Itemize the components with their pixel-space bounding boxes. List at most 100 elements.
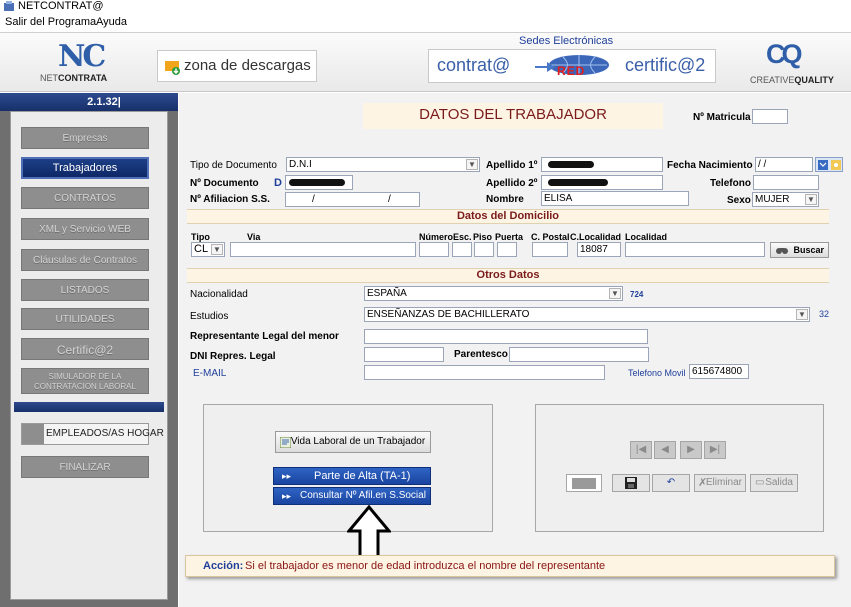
redacted-mark: [548, 179, 608, 186]
nacionalidad-select[interactable]: ESPAÑA ▼: [364, 286, 623, 301]
dni-repres-input[interactable]: [364, 347, 444, 362]
cq-logo-letters: CQ: [766, 39, 802, 69]
tipo-via-select[interactable]: CL ▼: [191, 242, 225, 257]
consultar-label: Consultar Nº Afil.en S.Social: [300, 490, 426, 501]
sidebar-item-trabajadores[interactable]: Trabajadores: [21, 157, 149, 179]
cpostal-input[interactable]: [532, 242, 568, 257]
afiliacion-input[interactable]: / /: [285, 192, 420, 207]
eliminar-label: Eliminar: [705, 477, 742, 488]
sexo-select[interactable]: MUJER ▼: [752, 192, 819, 207]
representante-label: Representante Legal del menor: [190, 331, 339, 342]
fecha-nac-input[interactable]: / /: [755, 157, 813, 172]
parte-alta-button[interactable]: ▸▸ Parte de Alta (TA-1): [273, 467, 431, 485]
sistema-red-link[interactable]: RED: [533, 54, 613, 78]
via-input[interactable]: [230, 242, 416, 257]
sidebar-item-xml[interactable]: XML y Servicio WEB: [21, 218, 149, 240]
telefono-movil-input[interactable]: 615674800: [689, 364, 749, 379]
calendar-button[interactable]: [815, 157, 843, 172]
contrata-link[interactable]: contrat@: [437, 55, 510, 76]
sidebar-item-listados[interactable]: LISTADOS: [21, 279, 149, 301]
buscar-label: Buscar: [793, 245, 824, 255]
localidad-input[interactable]: [625, 242, 765, 257]
tipo-via-value: CL: [194, 243, 209, 255]
empleados-hogar-button[interactable]: EMPLEADOS/AS HOGAR: [21, 423, 164, 445]
eliminar-button[interactable]: ✗ Eliminar: [694, 474, 746, 492]
vida-laboral-label: Vida Laboral de un Trabajador: [290, 436, 426, 447]
record-field-fill: [572, 478, 596, 489]
first-record-button[interactable]: |◀: [630, 441, 652, 459]
afiliacion-label: Nº Afiliacion S.S.: [190, 194, 270, 205]
nombre-input[interactable]: ELISA: [541, 191, 689, 206]
certifica-link[interactable]: certific@2: [625, 55, 705, 76]
sidebar-item-certifica[interactable]: Certific@2: [21, 338, 149, 360]
tipo-doc-select[interactable]: D.N.I ▼: [286, 157, 480, 172]
empleados-hogar-label: EMPLEADOS/AS HOGAR: [46, 428, 164, 439]
sidebar-item-clausulas[interactable]: Cláusulas de Contratos: [21, 249, 149, 271]
sexo-label: Sexo: [727, 195, 751, 206]
finalizar-button[interactable]: FINALIZAR: [21, 456, 149, 478]
clocalidad-input[interactable]: 18087: [577, 242, 621, 257]
clocalidad-label: C.Localidad: [570, 232, 622, 242]
piso-input[interactable]: [474, 242, 494, 257]
num-doc-label: Nº Documento: [190, 178, 259, 189]
matricula-label: Nº Matricula: [693, 112, 751, 123]
double-chevron-icon: ▸▸: [282, 471, 292, 481]
calendar-icon: [818, 160, 841, 170]
salida-label: Salida: [765, 477, 793, 488]
estudios-value: ENSEÑANZAS DE BACHILLERATO: [367, 309, 530, 320]
menu-salir[interactable]: Salir del Programa: [5, 16, 96, 28]
next-record-button[interactable]: ▶: [680, 441, 702, 459]
numero-label: Número: [419, 232, 454, 242]
accion-status-bar: Acción: Si el trabajador es menor de eda…: [185, 555, 835, 577]
sidebar-item-simulador[interactable]: SIMULADOR DE LA CONTRATACION LABORAL: [21, 368, 149, 394]
chevron-down-icon: ▼: [805, 194, 817, 205]
estudios-code: 32: [819, 309, 830, 319]
menu-ayuda[interactable]: Ayuda: [96, 16, 127, 28]
prev-record-button[interactable]: ◀: [654, 441, 676, 459]
numero-input[interactable]: [419, 242, 449, 257]
fecha-nac-label: Fecha Nacimiento: [667, 160, 753, 171]
tipo-via-label: Tipo: [191, 232, 210, 242]
otros-section-header: Otros Datos: [187, 268, 829, 283]
undo-button[interactable]: ↶: [652, 474, 690, 492]
salida-button[interactable]: ▭ Salida: [750, 474, 798, 492]
apellido1-input[interactable]: [541, 157, 663, 172]
download-folder-icon: [165, 61, 180, 75]
sidebar-separator: [14, 402, 164, 412]
sedes-box: contrat@ RED certific@2: [428, 49, 716, 83]
estudios-label: Estudios: [190, 311, 229, 322]
consultar-afiliacion-button[interactable]: ▸▸ Consultar Nº Afil.en S.Social: [273, 487, 431, 505]
sidebar-item-contratos[interactable]: CONTRATOS: [21, 187, 149, 209]
chevron-down-icon: ▼: [466, 159, 478, 170]
matricula-input[interactable]: [752, 109, 788, 124]
save-button[interactable]: [612, 474, 650, 492]
email-input[interactable]: [364, 365, 605, 380]
afiliacion-sep-a: /: [312, 194, 315, 205]
sedes-title: Sedes Electrónicas: [519, 35, 614, 47]
zona-descargas-button[interactable]: zona de descargas: [157, 50, 317, 82]
parentesco-input[interactable]: [509, 347, 649, 362]
apellido2-input[interactable]: [541, 175, 663, 190]
afiliacion-sep-b: /: [388, 194, 391, 205]
buscar-button[interactable]: Buscar: [770, 242, 829, 258]
representante-input[interactable]: [364, 329, 648, 344]
redacted-mark: [548, 161, 594, 168]
puerta-input[interactable]: [497, 242, 517, 257]
sidebar: 2.1.32| Empresas Trabajadores CONTRATOS …: [0, 93, 178, 607]
apellido1-label: Apellido 1º: [486, 160, 538, 171]
accion-label: Acción:: [203, 560, 244, 572]
puerta-label: Puerta: [495, 232, 524, 242]
vida-laboral-button[interactable]: Vida Laboral de un Trabajador: [275, 431, 431, 453]
esc-input[interactable]: [452, 242, 472, 257]
num-doc-input[interactable]: [285, 175, 353, 190]
record-field[interactable]: [566, 474, 602, 492]
sidebar-item-empresas[interactable]: Empresas: [21, 127, 149, 149]
last-record-button[interactable]: ▶|: [704, 441, 726, 459]
estudios-select[interactable]: ENSEÑANZAS DE BACHILLERATO ▼: [364, 307, 810, 322]
document-icon: [280, 437, 291, 448]
parentesco-label: Parentesco: [454, 349, 508, 360]
telefono-input[interactable]: [753, 175, 819, 190]
sidebar-item-utilidades[interactable]: UTILIDADES: [21, 308, 149, 330]
binoculars-icon: [776, 248, 788, 254]
netcontrata-logo: NC NETCONTRATA: [40, 39, 110, 87]
